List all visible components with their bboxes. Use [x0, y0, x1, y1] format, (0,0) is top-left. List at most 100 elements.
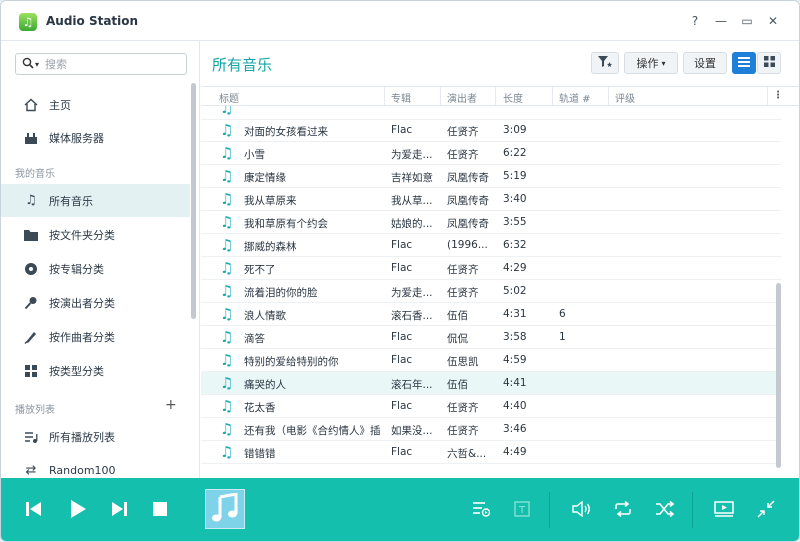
table-header: 标题 专辑 演出者 长度 轨道 # 评级 ⋮ — [201, 86, 799, 106]
column-divider — [552, 87, 553, 106]
play-button[interactable] — [65, 497, 91, 523]
row-title: 康定情缘 — [244, 172, 286, 184]
sidebar-item-label: 按文件夹分类 — [49, 228, 115, 242]
repeat-icon — [613, 500, 633, 520]
sidebar-item-by-folder[interactable]: 按文件夹分类 — [1, 218, 190, 251]
sidebar-item-by-album[interactable]: 按专辑分类 — [1, 252, 190, 285]
app-logo-icon: ♫ — [19, 13, 37, 31]
audio-station-window: ♫ Audio Station ? — ▭ ✕ ▾ 主页 媒体服务器 我的音乐 — [0, 0, 800, 542]
minimize-button[interactable]: — — [713, 13, 729, 29]
sidebar-item-all-playlists[interactable]: 所有播放列表 — [1, 420, 190, 453]
table-row[interactable]: ♫ 还有我（电影《合约情人》插曲） 如果没... 任贤齐 3:46 — [201, 418, 781, 441]
filter-button[interactable] — [591, 52, 619, 74]
column-album[interactable]: 专辑 — [391, 90, 411, 105]
search-input[interactable] — [45, 57, 166, 71]
row-artist: 六哲&... — [447, 448, 487, 460]
row-artist: 任贤齐 — [447, 287, 479, 299]
column-divider — [767, 87, 768, 106]
sidebar-item-by-artist[interactable]: 按演出者分类 — [1, 286, 190, 319]
sidebar-item-label: 按作曲者分类 — [49, 330, 115, 344]
table-row[interactable]: ♫ 流着泪的你的脸 为爱走... 任贤齐 5:02 — [201, 280, 781, 303]
volume-button[interactable] — [569, 497, 595, 523]
row-album: Flac — [391, 239, 413, 251]
table-row[interactable]: ♫ 死不了 Flac 任贤齐 4:29 — [201, 257, 781, 280]
sidebar-item-all-music[interactable]: ♫ 所有音乐 — [1, 184, 190, 217]
search-box[interactable]: ▾ — [15, 53, 187, 75]
row-length: 3:09 — [503, 124, 527, 136]
album-cover[interactable] — [205, 489, 245, 529]
music-note-icon: ♫ — [220, 121, 234, 139]
column-track[interactable]: 轨道 # — [559, 90, 591, 105]
column-title[interactable]: 标题 — [219, 90, 239, 105]
music-note-icon: ♫ — [220, 259, 234, 277]
table-row[interactable]: ♫ 特别的爱给特别的你 Flac 伍思凯 4:59 — [201, 349, 781, 372]
column-length[interactable]: 长度 — [503, 90, 523, 105]
table-row[interactable]: ♫ 浪人情歌 滚石香... 伍佰 4:31 6 — [201, 303, 781, 326]
table-row[interactable]: ♫ 错错错 Flac 六哲&... 4:49 — [201, 441, 781, 464]
music-note-icon: ♫ — [220, 374, 234, 392]
album-icon — [23, 261, 39, 277]
sidebar-item-by-genre[interactable]: 按类型分类 — [1, 354, 190, 387]
add-playlist-icon[interactable]: + — [165, 397, 177, 413]
queue-button[interactable] — [468, 497, 494, 523]
row-title: 我从草原来 — [244, 195, 297, 207]
divider — [549, 492, 550, 528]
sidebar-item-label: 媒体服务器 — [49, 131, 104, 145]
sidebar-item-home[interactable]: 主页 — [1, 88, 190, 121]
sidebar-item-media-server[interactable]: 媒体服务器 — [1, 121, 190, 154]
sidebar-item-random100[interactable]: ⇄ Random100 — [1, 454, 190, 478]
shuffle-button[interactable] — [652, 497, 678, 523]
row-title: 还有我（电影《合约情人》插曲） — [244, 425, 380, 437]
settings-button[interactable]: 设置 — [683, 52, 727, 74]
column-menu-icon[interactable]: ⋮ — [773, 90, 783, 101]
sidebar-item-label: 所有播放列表 — [49, 430, 115, 444]
title-bar: ♫ Audio Station ? — ▭ ✕ — [1, 1, 799, 41]
table-row[interactable]: ♫ 小雪 为爱走... 任贤齐 6:22 — [201, 142, 781, 165]
stop-button[interactable] — [147, 497, 173, 523]
previous-button[interactable] — [21, 497, 47, 523]
folder-icon — [23, 227, 39, 243]
collapse-button[interactable] — [753, 497, 779, 523]
row-artist: 任贤齐 — [447, 425, 479, 437]
music-note-icon: ♫ — [25, 193, 37, 208]
play-icon — [68, 499, 88, 522]
table-row-selected[interactable]: ♫ 痛哭的人 滚石年... 伍佰 4:41 — [201, 372, 781, 395]
next-icon — [110, 501, 128, 520]
list-scrollbar[interactable] — [776, 283, 781, 468]
table-row[interactable]: ♫ 我从草原来 我从草... 凤凰传奇 3:40 — [201, 188, 781, 211]
list-view-button[interactable] — [732, 52, 756, 74]
table-row[interactable]: ♫ 挪威的森林 Flac (1996... 6:32 — [201, 234, 781, 257]
window-title: Audio Station — [46, 14, 139, 28]
actions-dropdown[interactable]: 操作 ▾ — [624, 52, 678, 74]
genre-icon — [23, 363, 39, 379]
help-button[interactable]: ? — [687, 13, 703, 29]
table-row[interactable]: ♫ 花太香 Flac 任贤齐 4:40 — [201, 395, 781, 418]
table-row[interactable]: ♫ 滴答 Flac 侃侃 3:58 1 — [201, 326, 781, 349]
chevron-down-icon[interactable]: ▾ — [35, 60, 39, 69]
next-button[interactable] — [106, 497, 132, 523]
sidebar: ▾ 主页 媒体服务器 我的音乐 ♫ 所有音乐 按文件夹分类 — [1, 41, 200, 478]
table-row[interactable]: ♫ 对面的女孩看过来 Flac 任贤齐 3:09 — [201, 119, 781, 142]
table-row[interactable]: ♫ 康定情缘 吉祥如意 凤凰传奇 5:19 — [201, 165, 781, 188]
sidebar-scrollbar[interactable] — [191, 83, 196, 319]
maximize-button[interactable]: ▭ — [739, 13, 755, 29]
row-length: 3:46 — [503, 423, 527, 435]
mini-player-button[interactable] — [711, 497, 737, 523]
close-button[interactable]: ✕ — [765, 13, 781, 29]
row-album: 为爱走... — [391, 287, 433, 299]
sidebar-item-by-composer[interactable]: 按作曲者分类 — [1, 320, 190, 353]
row-length: 3:55 — [503, 216, 527, 228]
column-artist[interactable]: 演出者 — [447, 90, 477, 105]
grid-view-button[interactable] — [757, 52, 781, 74]
row-length: 4:41 — [503, 377, 527, 389]
search-icon[interactable] — [22, 57, 34, 72]
page-title: 所有音乐 — [212, 56, 273, 74]
column-rating[interactable]: 评级 — [615, 90, 635, 105]
row-length: 3:40 — [503, 193, 527, 205]
table-row[interactable]: ♫ 我和草原有个约会 姑娘的... 凤凰传奇 3:55 — [201, 211, 781, 234]
table-row[interactable]: ♫ — [201, 106, 781, 120]
repeat-button[interactable] — [610, 497, 636, 523]
mini-player-icon — [714, 500, 734, 520]
actions-label: 操作 — [636, 57, 659, 70]
music-note-icon: ♫ — [220, 144, 234, 162]
